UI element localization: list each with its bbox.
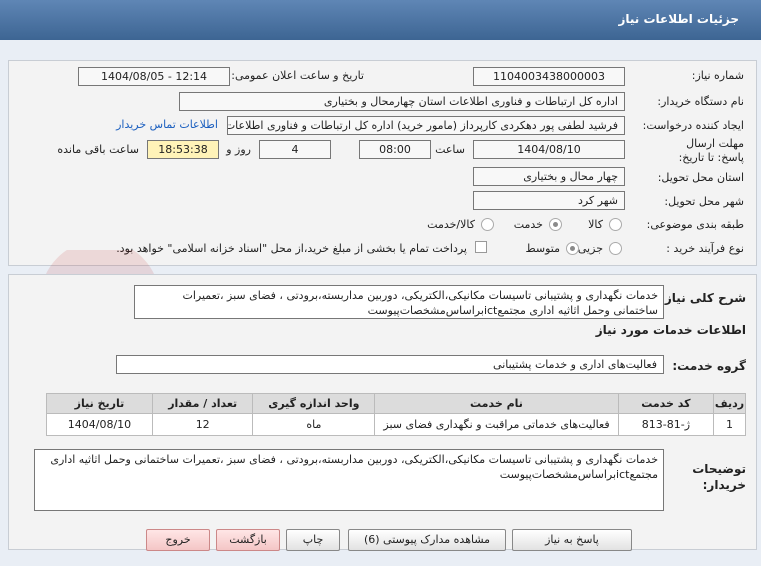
category-goods-service-label: کالا/خدمت	[427, 218, 475, 231]
category-goods-service-radio[interactable]	[481, 218, 494, 231]
process-minor-label: جزیی	[577, 242, 603, 255]
col-unit-header: واحد اندازه گیری	[252, 393, 376, 414]
attachments-button[interactable]: مشاهده مدارک پیوستی (6)	[348, 529, 506, 551]
remaining-label: ساعت باقی مانده	[57, 143, 139, 156]
summary-text: خدمات نگهداری و پشتیبانی تاسیسات مکانیکی…	[134, 285, 664, 319]
process-medium-label: متوسط	[525, 242, 560, 255]
process-label: نوع فرآیند خرید :	[666, 242, 744, 255]
col-row-header: ردیف	[713, 393, 746, 414]
col-code-header: کد خدمت	[617, 393, 715, 414]
remaining-time-field: 18:53:38	[147, 140, 219, 159]
announce-label: تاریخ و ساعت اعلان عمومی:	[231, 69, 364, 82]
treasury-payment-checkbox[interactable]	[475, 241, 487, 253]
city-field: شهر کرد	[473, 191, 625, 210]
days-label: روز و	[226, 143, 251, 156]
col-date-header: تاریخ نیاز	[46, 393, 153, 414]
time-label: ساعت	[435, 143, 465, 156]
cell-name: فعالیت‌های خدماتی مراقبت و نگهداری فضای …	[374, 413, 619, 436]
service-group-field: فعالیت‌های اداری و خدمات پشتیبانی	[116, 355, 664, 374]
back-button[interactable]: بازگشت	[216, 529, 280, 551]
reply-button[interactable]: پاسخ به نیاز	[512, 529, 632, 551]
cell-unit: ماه	[252, 413, 376, 436]
print-button[interactable]: چاپ	[286, 529, 340, 551]
buyer-notes-text: خدمات نگهداری و پشتیبانی تاسیسات مکانیکی…	[34, 449, 664, 511]
title-bar: جزئیات اطلاعات نیاز	[0, 0, 761, 40]
deadline-date-field: 1404/08/10	[473, 140, 625, 159]
category-label: طبقه بندی موضوعی:	[646, 218, 744, 231]
details-panel: شرح کلی نیاز: خدمات نگهداری و پشتیبانی ت…	[8, 274, 757, 551]
contact-info-link[interactable]: اطلاعات تماس خریدار	[116, 118, 218, 131]
buyer-org-label: نام دستگاه خریدار:	[657, 95, 744, 108]
category-service-label: خدمت	[513, 218, 543, 231]
service-group-label: گروه خدمت:	[672, 359, 746, 373]
deadline-time-field: 08:00	[359, 140, 431, 159]
cell-row: 1	[713, 413, 746, 436]
page-title: جزئیات اطلاعات نیاز	[618, 12, 739, 26]
buyer-notes-label: توضیحات خریدار:	[692, 462, 746, 492]
process-medium-radio[interactable]	[566, 242, 579, 255]
exit-button[interactable]: خروج	[146, 529, 210, 551]
buyer-org-field: اداره کل ارتباطات و فناوری اطلاعات استان…	[179, 92, 625, 111]
treasury-payment-note: پرداخت تمام یا بخشی از مبلغ خرید،از محل …	[116, 242, 467, 255]
services-section-title: اطلاعات خدمات مورد نیاز	[595, 323, 746, 337]
need-number-label: شماره نیاز:	[691, 69, 744, 82]
table-header-row: ردیف کد خدمت نام خدمت واحد اندازه گیری ت…	[46, 393, 746, 414]
category-service-radio[interactable]	[549, 218, 562, 231]
days-field: 4	[259, 140, 331, 159]
creator-label: ایجاد کننده درخواست:	[642, 119, 744, 132]
creator-field: فرشید لطفی پور دهکردی کارپرداز (مامور خر…	[227, 116, 625, 135]
cell-code: ژ-81-813	[617, 413, 715, 436]
province-label: استان محل تحویل:	[657, 171, 744, 184]
cell-date: 1404/08/10	[46, 413, 153, 436]
category-goods-label: کالا	[588, 218, 603, 231]
col-name-header: نام خدمت	[374, 393, 619, 414]
announce-field: 1404/08/05 - 12:14	[78, 67, 230, 86]
info-panel: شماره نیاز: 1104003438000003 تاریخ و ساع…	[8, 60, 757, 266]
services-table: ردیف کد خدمت نام خدمت واحد اندازه گیری ت…	[46, 393, 746, 436]
deadline-label: مهلت ارسال پاسخ: تا تاریخ:	[678, 137, 744, 164]
process-minor-radio[interactable]	[609, 242, 622, 255]
table-row: 1 ژ-81-813 فعالیت‌های خدماتی مراقبت و نگ…	[46, 413, 746, 436]
col-qty-header: تعداد / مقدار	[151, 393, 254, 414]
category-goods-radio[interactable]	[609, 218, 622, 231]
city-label: شهر محل تحویل:	[664, 195, 744, 208]
need-number-field: 1104003438000003	[473, 67, 625, 86]
summary-label: شرح کلی نیاز:	[660, 291, 746, 305]
province-field: چهار محال و بختیاری	[473, 167, 625, 186]
cell-qty: 12	[151, 413, 254, 436]
